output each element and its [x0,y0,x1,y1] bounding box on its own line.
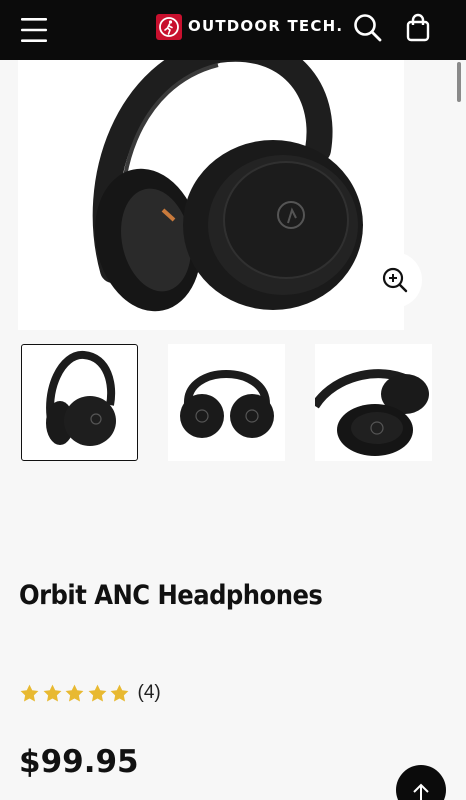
main-product-image[interactable] [18,60,404,330]
headphones-side-thumbnail [315,369,429,456]
star-icon [88,684,106,701]
brand-logo[interactable]: OUTDOOR TECH. [156,13,342,41]
product-price: $99.95 [19,744,139,780]
product-page: OUTDOOR TECH. Orbit ANC Headphones (4) $… [0,0,466,800]
shopping-bag-icon [406,13,430,42]
thumbnail-1[interactable] [21,344,138,461]
hamburger-menu-icon [21,18,47,42]
thumbnail-3[interactable] [315,344,432,461]
headphones-front-thumbnail [46,351,116,446]
star-icon [110,684,129,701]
back-to-top-button[interactable] [396,765,446,800]
product-rating[interactable]: (4) [19,680,161,706]
brand-name: OUTDOOR TECH. [188,17,344,35]
headphones-image [92,60,363,312]
cart-button[interactable] [400,10,436,46]
thumbnail-2[interactable] [168,344,285,461]
menu-button[interactable] [14,10,54,50]
outdoor-tech-logo-icon [156,14,182,40]
search-button[interactable] [350,10,386,46]
product-title: Orbit ANC Headphones [19,580,323,611]
search-icon [354,14,382,42]
headphones-folded-thumbnail [180,370,274,438]
star-icon [20,684,39,701]
arrow-up-icon [413,783,429,800]
zoom-button[interactable] [366,252,422,308]
star-icon [65,684,84,701]
star-icon [43,684,61,701]
site-header: OUTDOOR TECH. [0,0,466,60]
review-count[interactable]: (4) [138,682,161,704]
scrollbar[interactable] [457,62,461,102]
zoom-in-icon [382,267,408,293]
